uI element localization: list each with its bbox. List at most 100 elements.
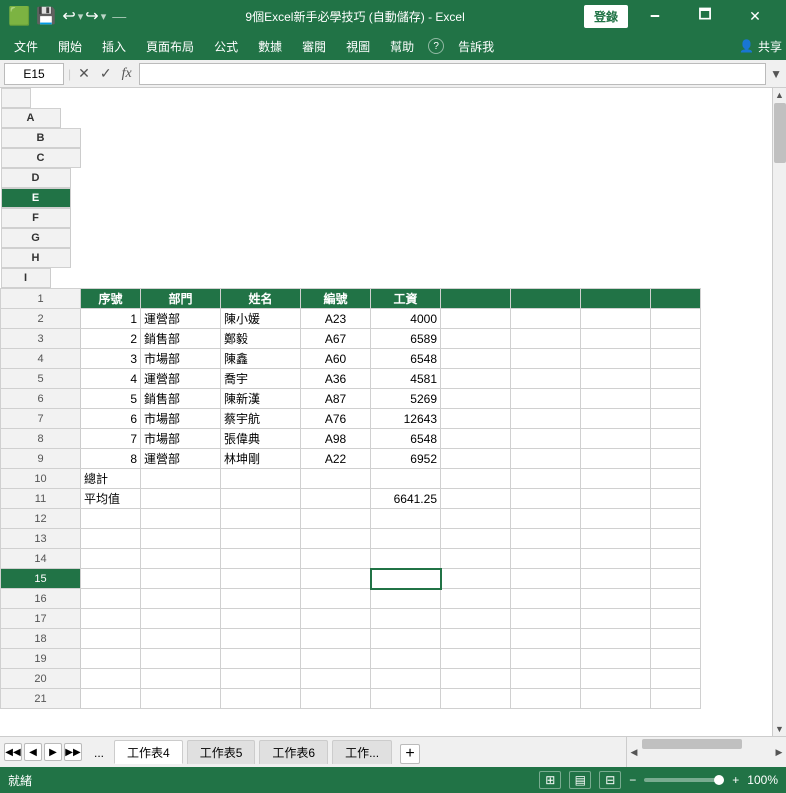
cell-F9[interactable] bbox=[441, 449, 511, 469]
cell-F15[interactable] bbox=[441, 569, 511, 589]
cell-B8[interactable]: 市場部 bbox=[141, 429, 221, 449]
cell-G15[interactable] bbox=[511, 569, 581, 589]
cell-H20[interactable] bbox=[581, 669, 651, 689]
cell-D11[interactable] bbox=[301, 489, 371, 509]
menu-review[interactable]: 審閱 bbox=[292, 34, 336, 59]
row-num-21[interactable]: 21 bbox=[1, 689, 81, 709]
cell-F20[interactable] bbox=[441, 669, 511, 689]
cell-A17[interactable] bbox=[81, 609, 141, 629]
cell-H10[interactable] bbox=[581, 469, 651, 489]
cell-F17[interactable] bbox=[441, 609, 511, 629]
cell-E7[interactable]: 12643 bbox=[371, 409, 441, 429]
cell-D19[interactable] bbox=[301, 649, 371, 669]
cell-I16[interactable] bbox=[651, 589, 701, 609]
cell-B21[interactable] bbox=[141, 689, 221, 709]
cell-B19[interactable] bbox=[141, 649, 221, 669]
row-num-7[interactable]: 7 bbox=[1, 409, 81, 429]
cell-A7[interactable]: 6 bbox=[81, 409, 141, 429]
sheet-nav-last[interactable]: ▶▶ bbox=[64, 743, 82, 761]
login-button[interactable]: 登錄 bbox=[584, 5, 628, 28]
cell-E4[interactable]: 6548 bbox=[371, 349, 441, 369]
cell-D14[interactable] bbox=[301, 549, 371, 569]
cell-C4[interactable]: 陳鑫 bbox=[221, 349, 301, 369]
col-header-I[interactable]: I bbox=[1, 268, 51, 288]
cell-I18[interactable] bbox=[651, 629, 701, 649]
menu-data[interactable]: 數據 bbox=[248, 34, 292, 59]
sheet-nav-prev[interactable]: ◀ bbox=[24, 743, 42, 761]
col-header-E[interactable]: E bbox=[1, 188, 71, 208]
cell-D16[interactable] bbox=[301, 589, 371, 609]
row-num-1[interactable]: 1 bbox=[1, 289, 81, 309]
zoom-minus-icon[interactable]: − bbox=[629, 773, 636, 787]
row-num-12[interactable]: 12 bbox=[1, 509, 81, 529]
cell-A11[interactable]: 平均值 bbox=[81, 489, 141, 509]
sheet-nav-next[interactable]: ▶ bbox=[44, 743, 62, 761]
cell-C5[interactable]: 喬宇 bbox=[221, 369, 301, 389]
row-num-11[interactable]: 11 bbox=[1, 489, 81, 509]
cell-A4[interactable]: 3 bbox=[81, 349, 141, 369]
cell-C6[interactable]: 陳新漢 bbox=[221, 389, 301, 409]
cell-E13[interactable] bbox=[371, 529, 441, 549]
cell-C18[interactable] bbox=[221, 629, 301, 649]
col-header-H[interactable]: H bbox=[1, 248, 71, 268]
cell-C1[interactable]: 姓名 bbox=[221, 289, 301, 309]
cell-D10[interactable] bbox=[301, 469, 371, 489]
cell-D20[interactable] bbox=[301, 669, 371, 689]
cell-C7[interactable]: 蔡宇航 bbox=[221, 409, 301, 429]
save-icon[interactable]: 💾 bbox=[36, 6, 56, 26]
cell-I2[interactable] bbox=[651, 309, 701, 329]
cell-D4[interactable]: A60 bbox=[301, 349, 371, 369]
normal-view-button[interactable]: ⊞ bbox=[539, 771, 561, 789]
row-num-6[interactable]: 6 bbox=[1, 389, 81, 409]
cell-G10[interactable] bbox=[511, 469, 581, 489]
cell-D21[interactable] bbox=[301, 689, 371, 709]
cell-G19[interactable] bbox=[511, 649, 581, 669]
cell-F3[interactable] bbox=[441, 329, 511, 349]
cell-D17[interactable] bbox=[301, 609, 371, 629]
cell-B13[interactable] bbox=[141, 529, 221, 549]
cell-E8[interactable]: 6548 bbox=[371, 429, 441, 449]
cell-A2[interactable]: 1 bbox=[81, 309, 141, 329]
cell-I12[interactable] bbox=[651, 509, 701, 529]
cell-D13[interactable] bbox=[301, 529, 371, 549]
confirm-formula-icon[interactable]: ✓ bbox=[97, 65, 115, 82]
cell-I9[interactable] bbox=[651, 449, 701, 469]
cell-B15[interactable] bbox=[141, 569, 221, 589]
sheet-tab-dots[interactable]: ... bbox=[86, 742, 112, 764]
cell-A19[interactable] bbox=[81, 649, 141, 669]
cell-E15[interactable] bbox=[371, 569, 441, 589]
zoom-plus-icon[interactable]: + bbox=[732, 773, 739, 787]
cell-C16[interactable] bbox=[221, 589, 301, 609]
cell-I13[interactable] bbox=[651, 529, 701, 549]
cell-I21[interactable] bbox=[651, 689, 701, 709]
sheet-tab-4[interactable]: 工作表4 bbox=[114, 740, 183, 764]
cell-I1[interactable] bbox=[651, 289, 701, 309]
sheet-tab-more[interactable]: 工作... bbox=[332, 740, 392, 764]
cell-F11[interactable] bbox=[441, 489, 511, 509]
cell-G21[interactable] bbox=[511, 689, 581, 709]
cell-I19[interactable] bbox=[651, 649, 701, 669]
cell-H1[interactable] bbox=[581, 289, 651, 309]
cell-I3[interactable] bbox=[651, 329, 701, 349]
cell-E2[interactable]: 4000 bbox=[371, 309, 441, 329]
col-header-F[interactable]: F bbox=[1, 208, 71, 228]
col-header-B[interactable]: B bbox=[1, 128, 81, 148]
row-num-5[interactable]: 5 bbox=[1, 369, 81, 389]
cell-C3[interactable]: 鄭毅 bbox=[221, 329, 301, 349]
cell-F2[interactable] bbox=[441, 309, 511, 329]
page-layout-view-button[interactable]: ▤ bbox=[569, 771, 591, 789]
zoom-slider[interactable] bbox=[644, 778, 724, 782]
cell-G8[interactable] bbox=[511, 429, 581, 449]
cell-H13[interactable] bbox=[581, 529, 651, 549]
row-num-3[interactable]: 3 bbox=[1, 329, 81, 349]
cell-E1[interactable]: 工資 bbox=[371, 289, 441, 309]
cell-E19[interactable] bbox=[371, 649, 441, 669]
cell-F16[interactable] bbox=[441, 589, 511, 609]
cell-C19[interactable] bbox=[221, 649, 301, 669]
cell-A10[interactable]: 總計 bbox=[81, 469, 141, 489]
cell-A20[interactable] bbox=[81, 669, 141, 689]
cell-A3[interactable]: 2 bbox=[81, 329, 141, 349]
cell-H19[interactable] bbox=[581, 649, 651, 669]
hscroll-track[interactable] bbox=[641, 737, 772, 767]
cell-E20[interactable] bbox=[371, 669, 441, 689]
